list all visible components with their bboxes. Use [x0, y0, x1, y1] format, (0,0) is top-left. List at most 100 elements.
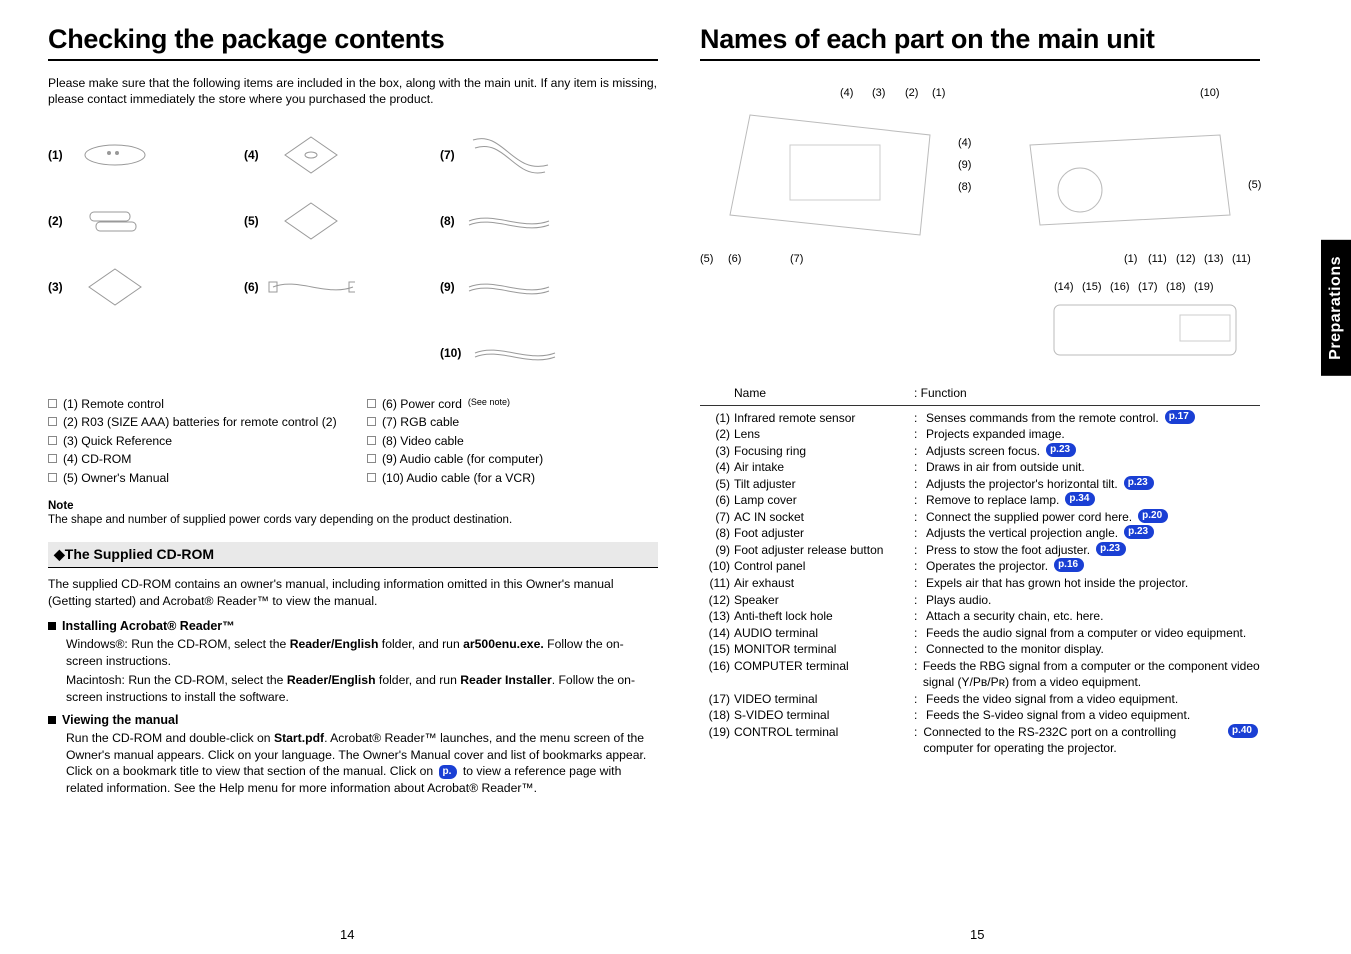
pageref-icon: p.40	[1228, 724, 1258, 738]
manual-illustration-icon	[267, 195, 355, 247]
square-bullet-icon	[48, 622, 56, 630]
part-number: (2)	[700, 426, 734, 443]
table-row: (2)Lens:Projects expanded image.	[700, 426, 1260, 443]
projector-front-illustration-icon	[1020, 105, 1240, 245]
part-name: Lamp cover	[734, 492, 914, 509]
checklist-item: (9) Audio cable (for computer)	[367, 451, 658, 467]
part-function: :Feeds the S-video signal from a video e…	[914, 707, 1260, 724]
page-number: 14	[340, 927, 354, 942]
part-number: (7)	[700, 509, 734, 526]
pageref-icon: p.	[439, 765, 458, 779]
section-heading-cdrom: ◆The Supplied CD-ROM	[48, 542, 658, 568]
part-name: COMPUTER terminal	[734, 658, 914, 691]
checkbox-icon	[367, 436, 376, 445]
callout: (8)	[958, 181, 971, 193]
list-item: (7)	[440, 122, 630, 188]
part-number: (17)	[700, 691, 734, 708]
sheet-illustration-icon	[71, 261, 159, 313]
checklist-item: (5) Owner's Manual	[48, 470, 339, 486]
pageref-icon: p.20	[1138, 509, 1168, 523]
part-name: Tilt adjuster	[734, 476, 914, 493]
callout: (17)	[1138, 281, 1158, 293]
item-number: (10)	[440, 346, 461, 360]
cable-illustration-icon	[469, 327, 557, 379]
part-number: (15)	[700, 641, 734, 658]
part-name: Lens	[734, 426, 914, 443]
callout: (9)	[958, 159, 971, 171]
subheading-viewing: Viewing the manual	[48, 713, 658, 727]
note-heading: Note	[48, 500, 658, 512]
see-note: (See note)	[468, 396, 510, 408]
checkbox-icon	[48, 399, 57, 408]
checkbox-icon	[367, 473, 376, 482]
list-item: (9)	[440, 254, 630, 320]
part-name: Anti-theft lock hole	[734, 608, 914, 625]
callout: (7)	[790, 253, 803, 265]
install-windows-paragraph: Windows®: Run the CD-ROM, select the Rea…	[66, 636, 658, 669]
list-item: (4)	[244, 122, 434, 188]
cable-illustration-icon	[463, 129, 551, 181]
callout: (4)	[958, 137, 971, 149]
part-function: :Adjusts the vertical projection angle. …	[914, 525, 1260, 542]
col-function: : Function	[914, 385, 1260, 402]
checklist-label: (1) Remote control	[63, 396, 164, 412]
checklist-item: (2) R03 (SIZE AAA) batteries for remote …	[48, 414, 339, 430]
part-number: (19)	[700, 724, 734, 757]
part-number: (8)	[700, 525, 734, 542]
part-function: :Plays audio.	[914, 592, 1260, 609]
part-function: :Draws in air from outside unit.	[914, 459, 1260, 476]
part-number: (10)	[700, 558, 734, 575]
item-number: (1)	[48, 148, 63, 162]
list-item: (6)	[244, 254, 434, 320]
checkbox-icon	[48, 473, 57, 482]
checkbox-icon	[48, 417, 57, 426]
checklist-item: (6) Power cord (See note)	[367, 396, 658, 412]
part-name: MONITOR terminal	[734, 641, 914, 658]
callout: (4)	[840, 87, 853, 99]
table-row: (8)Foot adjuster:Adjusts the vertical pr…	[700, 525, 1260, 542]
part-name: Focusing ring	[734, 443, 914, 460]
list-item: (8)	[440, 188, 630, 254]
checklist-label: (3) Quick Reference	[63, 433, 172, 449]
table-header: Name : Function	[700, 385, 1260, 406]
projector-bottom-illustration-icon	[710, 105, 960, 255]
part-number: (12)	[700, 592, 734, 609]
part-number: (3)	[700, 443, 734, 460]
checkbox-icon	[48, 436, 57, 445]
page-right: Names of each part on the main unit (4) …	[700, 24, 1260, 914]
checklist-item: (4) CD-ROM	[48, 451, 339, 467]
checklist-label: (10) Audio cable (for a VCR)	[382, 470, 535, 486]
part-name: Foot adjuster release button	[734, 542, 914, 559]
list-item: (5)	[244, 188, 434, 254]
page-title: Names of each part on the main unit	[700, 24, 1260, 61]
table-row: (9)Foot adjuster release button:Press to…	[700, 542, 1260, 559]
table-row: (17)VIDEO terminal:Feeds the video signa…	[700, 691, 1260, 708]
table-row: (11)Air exhaust:Expels air that has grow…	[700, 575, 1260, 592]
part-function: :Connect the supplied power cord here. p…	[914, 509, 1260, 526]
checklist-item: (8) Video cable	[367, 433, 658, 449]
part-number: (1)	[700, 410, 734, 427]
table-row: (16)COMPUTER terminal:Feeds the RBG sign…	[700, 658, 1260, 691]
part-number: (4)	[700, 459, 734, 476]
callout: (15)	[1082, 281, 1102, 293]
table-row: (19)CONTROL terminal:Connected to the RS…	[700, 724, 1260, 757]
callout: (3)	[872, 87, 885, 99]
callout: (19)	[1194, 281, 1214, 293]
part-function: :Connected to the RS-232C port on a cont…	[914, 724, 1260, 757]
list-item: (1)	[48, 122, 238, 188]
checkbox-icon	[367, 399, 376, 408]
page-title: Checking the package contents	[48, 24, 658, 61]
callout: (11)	[1232, 253, 1251, 265]
part-name: Speaker	[734, 592, 914, 609]
item-number: (3)	[48, 280, 63, 294]
part-number: (6)	[700, 492, 734, 509]
checklist-item: (1) Remote control	[48, 396, 339, 412]
item-number: (8)	[440, 214, 455, 228]
item-number: (4)	[244, 148, 259, 162]
callout: (13)	[1204, 253, 1224, 265]
table-row: (14)AUDIO terminal:Feeds the audio signa…	[700, 625, 1260, 642]
parts-table: Name : Function (1)Infrared remote senso…	[700, 385, 1260, 757]
install-mac-paragraph: Macintosh: Run the CD-ROM, select the Re…	[66, 672, 658, 705]
item-number: (9)	[440, 280, 455, 294]
table-row: (5)Tilt adjuster:Adjusts the projector's…	[700, 476, 1260, 493]
